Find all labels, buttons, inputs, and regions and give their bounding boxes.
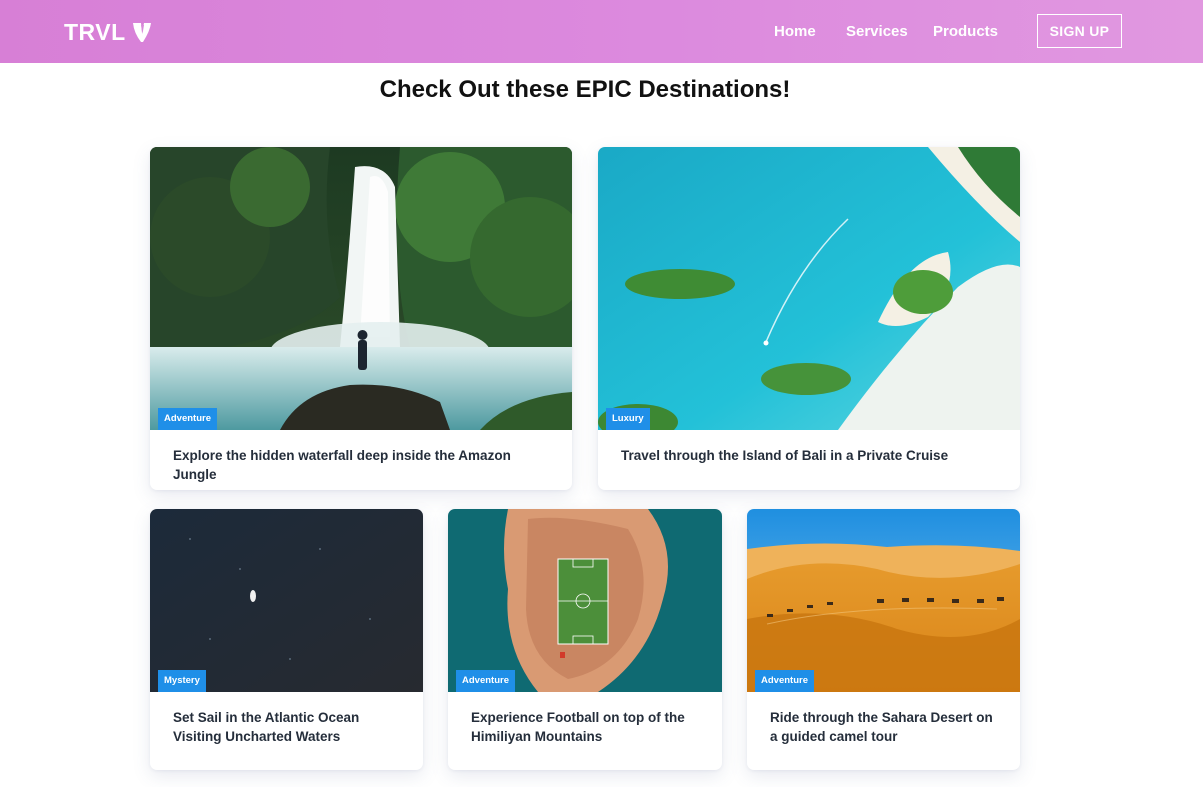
destination-card-bali-cruise[interactable]: Luxury Travel through the Island of Bali… [598,147,1020,490]
destination-card-atlantic-sail[interactable]: Mystery Set Sail in the Atlantic Ocean V… [150,509,423,770]
navbar: TRVL Home Services Products SIGN UP [0,0,1203,63]
nav-link-services[interactable]: Services [846,22,908,42]
card-title: Experience Football on top of the Himili… [471,710,685,744]
category-badge: Adventure [158,408,217,430]
card-title: Set Sail in the Atlantic Ocean Visiting … [173,710,360,744]
football-field-rock-image: Adventure [448,509,722,692]
destination-card-amazon-waterfall[interactable]: Adventure Explore the hidden waterfall d… [150,147,572,490]
card-title: Ride through the Sahara Desert on a guid… [770,710,993,744]
signup-button[interactable]: SIGN UP [1037,14,1122,48]
dark-ocean-image: Mystery [150,509,423,692]
waterfall-jungle-image: Adventure [150,147,572,430]
bali-islands-image: Luxury [598,147,1020,430]
destination-card-himalayan-football[interactable]: Adventure Experience Football on top of … [448,509,722,770]
category-badge: Adventure [755,670,814,692]
nav-link-products[interactable]: Products [933,22,998,42]
logo-mark-icon [132,23,151,42]
card-title: Travel through the Island of Bali in a P… [621,448,949,463]
card-title: Explore the hidden waterfall deep inside… [173,448,511,482]
destination-card-sahara-camel[interactable]: Adventure Ride through the Sahara Desert… [747,509,1020,770]
page-title: Check Out these EPIC Destinations! [379,76,791,103]
category-badge: Luxury [606,408,650,430]
nav-link-home[interactable]: Home [774,22,816,42]
brand-name: TRVL [64,18,126,45]
sahara-desert-image: Adventure [747,509,1020,692]
brand-logo[interactable]: TRVL [64,18,153,46]
category-badge: Mystery [158,670,206,692]
category-badge: Adventure [456,670,515,692]
